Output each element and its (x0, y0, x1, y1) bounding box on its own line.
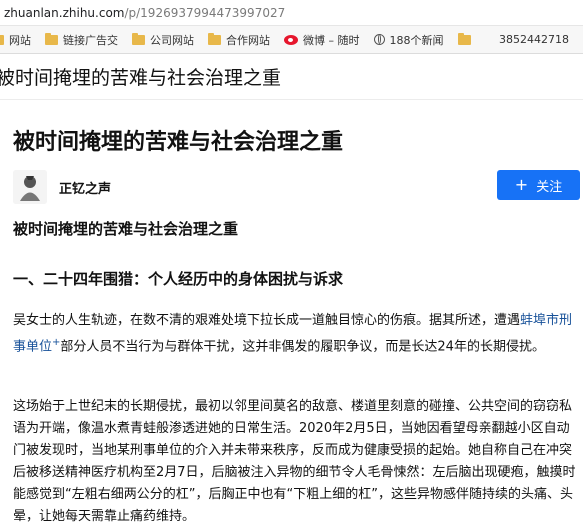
folder-icon (208, 32, 221, 45)
paragraph-text: 部分人员不当行为与群体干扰，这并非偶发的履职争议，而是长达24年的长期侵扰。 (60, 339, 545, 355)
article-title: 被时间掩埋的苦难与社会治理之重 (13, 130, 344, 155)
bookmarks-bar: 网站 链接广告交 公司网站 合作网站 微博 – 随时 188个新闻 385244… (0, 26, 583, 54)
author-name[interactable]: 正钇之声 (59, 178, 111, 197)
folder-icon (132, 32, 145, 45)
url-host[interactable]: zhuanlan.zhihu.com (4, 6, 124, 20)
avatar-image (13, 170, 47, 204)
paragraph: 吴女士的人生轨迹，在数不清的艰难处境下拉长成一道触目惊心的伤痕。据其所述，遭遇蚌… (13, 310, 579, 358)
folder-icon (45, 32, 58, 45)
bookmark-label: 微博 – 随时 (303, 33, 360, 47)
globe-icon (373, 34, 385, 45)
bookmark-item[interactable]: 公司网站 (132, 32, 194, 48)
bookmark-item[interactable]: 链接广告交 (45, 32, 118, 48)
url-path[interactable]: /p/1926937994473997027 (124, 6, 285, 20)
sticky-title: 被时间掩埋的苦难与社会治理之重 (0, 67, 282, 89)
bookmark-label: 网站 (9, 33, 31, 47)
follow-button[interactable]: + 关注 (497, 170, 580, 200)
folder-icon (457, 32, 471, 45)
bookmark-item[interactable]: 微博 – 随时 (284, 32, 360, 48)
bookmark-item[interactable] (457, 32, 476, 45)
bookmark-label: 链接广告交 (63, 33, 118, 47)
plus-icon: + (514, 175, 529, 194)
section-heading: 一、二十四年围猎：个人经历中的身体困扰与诉求 (13, 270, 344, 288)
follow-label: 关注 (536, 179, 563, 195)
bookmarks-right-text: 3852442718 (499, 33, 569, 46)
weibo-icon (284, 34, 298, 45)
folder-icon (0, 34, 4, 45)
bookmark-item[interactable]: 合作网站 (208, 32, 270, 48)
article-subtitle: 被时间掩埋的苦难与社会治理之重 (13, 220, 239, 238)
bookmark-label: 公司网站 (150, 33, 194, 47)
bookmark-item[interactable]: 网站 (0, 32, 31, 48)
bookmark-label: 合作网站 (226, 33, 270, 47)
address-bar[interactable]: zhuanlan.zhihu.com/p/1926937994473997027 (0, 0, 583, 26)
avatar[interactable] (13, 170, 47, 204)
bookmark-item[interactable]: 188个新闻 (373, 32, 444, 48)
sticky-header: 被时间掩埋的苦难与社会治理之重 (0, 54, 583, 100)
bookmark-label: 188个新闻 (389, 33, 444, 47)
author-row: 正钇之声 + 关注 (13, 170, 583, 204)
paragraph: 这场始于上世纪末的长期侵扰，最初以邻里间莫名的敌意、楼道里刻意的碰撞、公共空间的… (13, 399, 576, 524)
paragraph-text: 吴女士的人生轨迹，在数不清的艰难处境下拉长成一道触目惊心的伤痕。据其所述，遭遇 (13, 313, 521, 328)
